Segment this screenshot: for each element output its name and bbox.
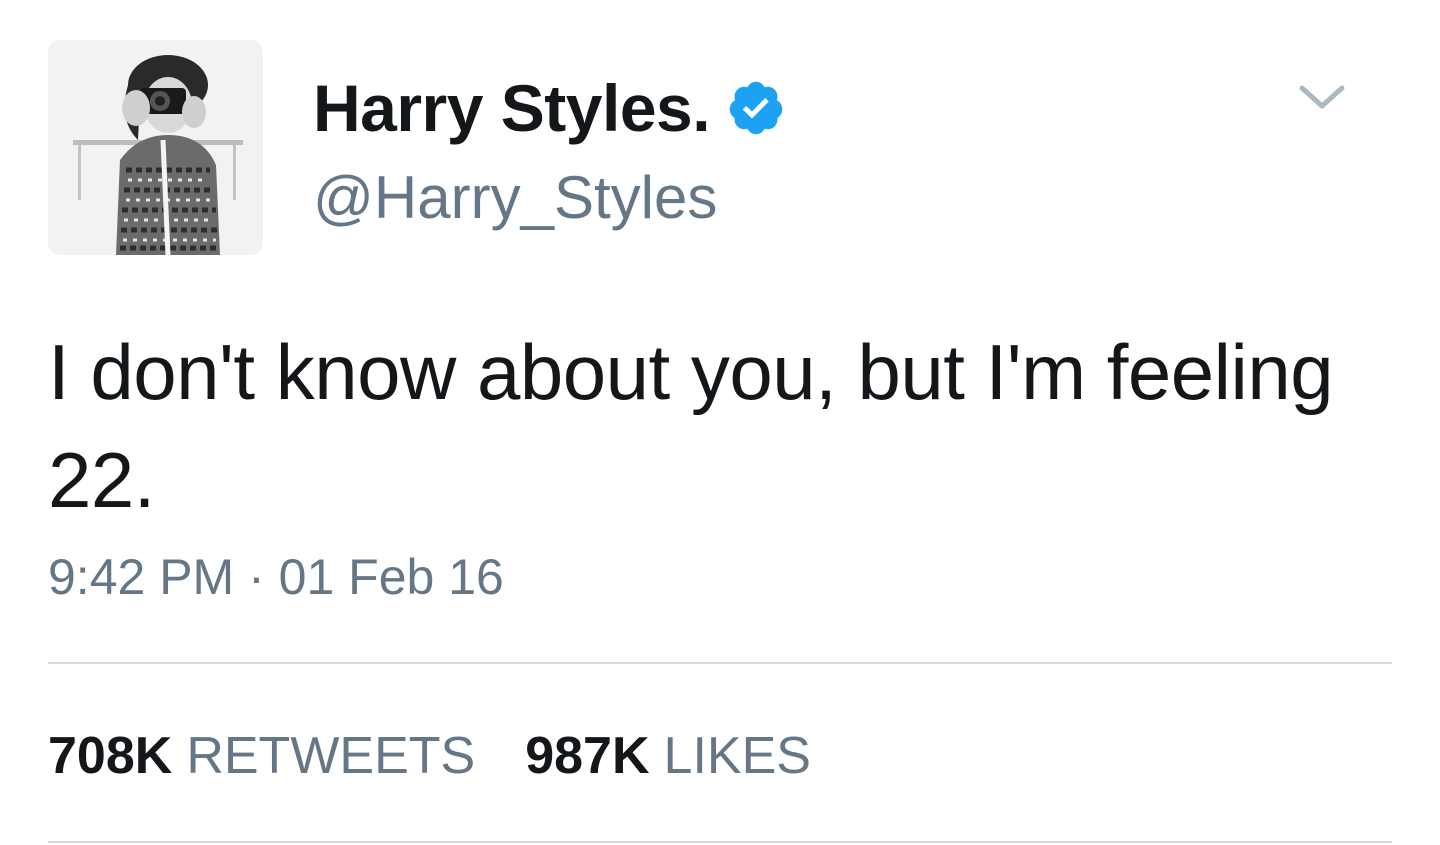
display-name[interactable]: Harry Styles. bbox=[313, 75, 711, 141]
likes-label: LIKES bbox=[663, 727, 811, 785]
divider bbox=[48, 662, 1392, 664]
verified-badge-icon bbox=[726, 78, 786, 138]
tweet-timestamp[interactable]: 9:42 PM · 01 Feb 16 bbox=[48, 552, 504, 602]
tweet-text: I don't know about you, but I'm feeling … bbox=[48, 328, 1334, 524]
avatar[interactable] bbox=[48, 40, 263, 255]
display-name-row: Harry Styles. bbox=[313, 68, 786, 148]
chevron-down-icon[interactable] bbox=[1296, 80, 1348, 116]
tweet-stats: 708K RETWEETS 987K LIKES bbox=[48, 730, 811, 782]
avatar-photo bbox=[48, 40, 263, 255]
likes-count: 987K bbox=[525, 727, 650, 785]
retweets-label: RETWEETS bbox=[186, 727, 476, 785]
likes-stat[interactable]: 987K LIKES bbox=[525, 730, 811, 782]
username-handle[interactable]: @Harry_Styles bbox=[313, 168, 717, 228]
retweets-stat[interactable]: 708K RETWEETS bbox=[48, 730, 475, 782]
retweets-count: 708K bbox=[48, 727, 173, 785]
tweet-card: Harry Styles. @Harry_Styles I don't know… bbox=[0, 0, 1440, 845]
divider bbox=[48, 841, 1392, 843]
